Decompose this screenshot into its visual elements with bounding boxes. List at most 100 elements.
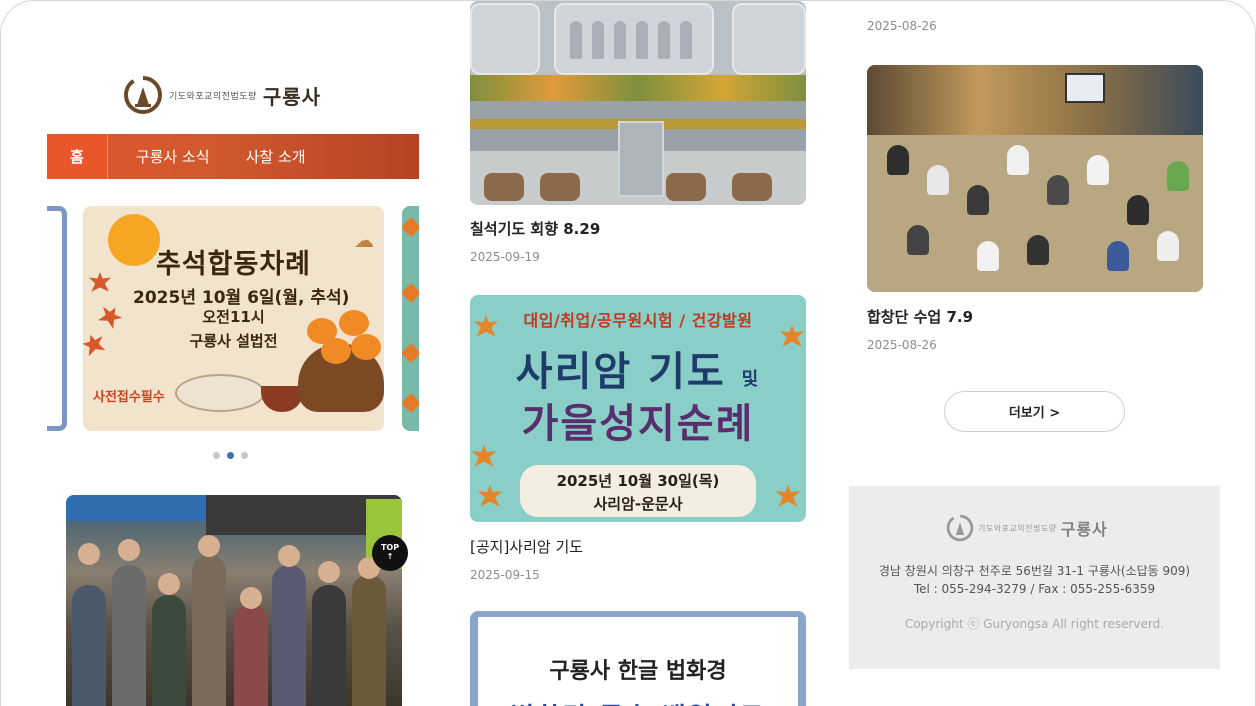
nav-about[interactable]: 사찰 소개 <box>224 134 328 179</box>
slide-date: 2025년 10월 6일(월, 추석) <box>133 288 350 308</box>
app-frame: 기도와포교의전법도량 구룡사 홈 구룡사 소식 사찰 소개 ☁ 추석합동차례 2… <box>0 0 1256 706</box>
slider-dot-active[interactable] <box>227 452 234 459</box>
relief-figure <box>636 21 648 59</box>
post-image-choir[interactable] <box>867 65 1203 292</box>
post-date: 2025-08-26 <box>867 338 937 352</box>
footer-logo: 기도와포교의전법도량 구룡사 <box>946 514 1108 542</box>
tv-screen <box>1065 73 1105 103</box>
footer-contact: Tel : 055-294-3279 / Fax : 055-255-6359 <box>913 582 1156 596</box>
poster-headline: 사리암 기도 및 <box>470 339 806 397</box>
person <box>352 575 386 706</box>
post-title[interactable]: [공지]사리암 기도 <box>470 536 583 557</box>
event-slider[interactable]: ☁ 추석합동차례 2025년 10월 6일(월, 추석) 오전11시 구룡사 설… <box>47 206 419 432</box>
relief-figure <box>570 21 582 59</box>
poster-date: 2025년 10월 30일(목) <box>556 472 720 490</box>
person <box>72 585 106 706</box>
wood-stump <box>732 173 772 201</box>
slider-dot[interactable] <box>213 452 220 459</box>
wood-stump <box>666 173 706 201</box>
site-footer: 기도와포교의전법도량 구룡사 경남 창원시 의창구 천주로 56번길 31-1 … <box>849 486 1220 669</box>
wood-stump <box>484 173 524 201</box>
person <box>1157 231 1179 261</box>
person <box>152 595 186 706</box>
wood-stump <box>540 173 580 201</box>
person-head <box>240 587 262 609</box>
person <box>312 585 346 706</box>
person <box>1127 195 1149 225</box>
person-head <box>198 535 220 557</box>
arrow-up-icon: ↑ <box>386 552 394 561</box>
poster-subheadline: 가을성지순례 <box>521 401 755 447</box>
temple-logo-icon <box>946 514 974 542</box>
poster-headline-main: 사리암 기도 <box>515 349 726 395</box>
post-image-sariam[interactable]: 대입/취업/공무원시험 / 건강발원 사리암 기도 및 가을성지순례 2025년… <box>470 295 806 522</box>
festival-photo[interactable] <box>66 495 402 706</box>
poster-inner: 구룡사 한글 법화경 법화경 독송 백일기도 <box>478 617 798 706</box>
person-head <box>118 539 140 561</box>
post-image-lotus-sutra[interactable]: 구룡사 한글 법화경 법화경 독송 백일기도 <box>470 611 806 706</box>
maple-leaf-icon <box>402 283 419 303</box>
person <box>1027 235 1049 265</box>
relief-figure <box>614 21 626 59</box>
main-nav: 홈 구룡사 소식 사찰 소개 <box>47 134 419 179</box>
post-date: 2025-09-15 <box>470 568 540 582</box>
stone-relief <box>470 3 540 75</box>
persimmon-icon <box>351 334 381 360</box>
persimmon-icon <box>339 310 369 336</box>
slider-dot[interactable] <box>241 452 248 459</box>
person <box>1047 175 1069 205</box>
relief-figure <box>658 21 670 59</box>
rice-cake-plate <box>175 374 265 412</box>
site-logo[interactable]: 기도와포교의전법도량 구룡사 <box>123 75 321 115</box>
slide-previous[interactable] <box>47 206 67 431</box>
person <box>1087 155 1109 185</box>
footer-logo-name: 구룡사 <box>1060 520 1108 539</box>
person <box>1007 145 1029 175</box>
post-image-chilseok[interactable] <box>470 1 806 205</box>
poster-top-text: 대입/취업/공무원시험 / 건강발원 <box>523 311 753 330</box>
nav-home[interactable]: 홈 <box>47 134 108 179</box>
maple-leaf-icon <box>776 485 800 507</box>
person <box>927 165 949 195</box>
nav-news[interactable]: 구룡사 소식 <box>108 134 224 179</box>
person <box>967 185 989 215</box>
slider-dots <box>213 452 248 459</box>
more-button[interactable]: 더보기 > <box>944 391 1125 432</box>
poster-place: 사리암-운문사 <box>593 495 683 513</box>
persimmon-icon <box>321 338 351 364</box>
person-head <box>158 573 180 595</box>
person <box>272 565 306 706</box>
maple-leaf-icon <box>402 217 419 237</box>
scroll-top-button[interactable]: TOP ↑ <box>372 535 408 571</box>
flower-garden <box>470 75 806 101</box>
person <box>907 225 929 255</box>
person <box>1107 241 1129 271</box>
slide-title: 추석합동차례 <box>155 249 312 280</box>
poster-info-box: 2025년 10월 30일(목) 사리암-운문사 <box>520 465 756 517</box>
poster-cut-text: 법화경 독송 백일기도 <box>478 697 798 706</box>
person <box>977 241 999 271</box>
footer-copyright: Copyright ⓒ Guryongsa All right reserver… <box>904 617 1165 631</box>
person <box>1167 161 1189 191</box>
poster-headline-suffix: 및 <box>741 369 761 390</box>
slide-current[interactable]: ☁ 추석합동차례 2025년 10월 6일(월, 추석) 오전11시 구룡사 설… <box>83 206 384 431</box>
hall-wall <box>867 65 1203 135</box>
slide-next[interactable] <box>402 206 419 431</box>
person-head <box>318 561 340 583</box>
logo-name: 구룡사 <box>262 84 322 109</box>
person <box>234 605 268 706</box>
post-title[interactable]: 칠석기도 회향 8.29 <box>470 218 600 239</box>
maple-leaf-icon <box>402 393 419 413</box>
maple-leaf-icon <box>478 485 502 507</box>
slide-note: 사전접수필수 <box>93 390 165 405</box>
person <box>192 555 226 706</box>
post-title[interactable]: 합창단 수업 7.9 <box>867 306 973 327</box>
person <box>112 565 146 706</box>
maple-leaf-icon <box>402 343 419 363</box>
tea-cup <box>261 386 303 412</box>
post-date: 2025-09-19 <box>470 250 540 264</box>
tent <box>66 495 206 521</box>
stone-relief <box>732 3 806 75</box>
person-head <box>278 545 300 567</box>
footer-logo-subtitle: 기도와포교의전법도량 <box>978 523 1057 533</box>
